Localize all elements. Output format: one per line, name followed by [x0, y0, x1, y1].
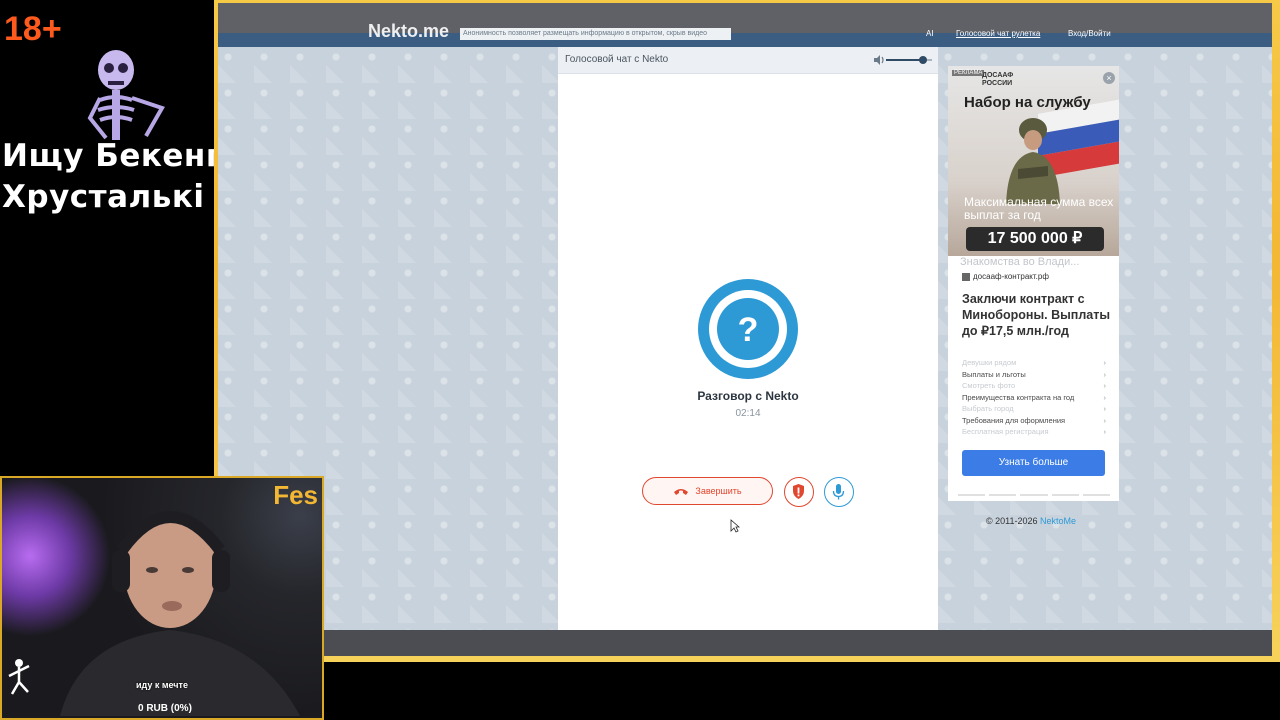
ad-headline: Набор на службу: [964, 94, 1091, 111]
ad-banner-image[interactable]: РЕКЛАМА ДОСААФ РОССИИ × Набор на службу …: [948, 66, 1119, 256]
question-avatar-icon: ?: [698, 279, 798, 379]
chevron-right-icon: ›: [1103, 369, 1107, 379]
chevron-right-icon: ›: [1103, 415, 1107, 425]
ad-domain-text: досааф-контракт.рф: [973, 272, 1049, 281]
browser-bottom-bar: [218, 630, 1272, 656]
carousel-dot[interactable]: [1051, 494, 1079, 496]
ad-link-text: Смотреть фото: [962, 381, 1016, 390]
copyright: © 2011-2026 NektoMe: [986, 516, 1076, 526]
age-badge: 18+: [4, 10, 62, 48]
ad-label: РЕКЛАМА: [952, 70, 985, 76]
volume-slider[interactable]: [886, 56, 932, 64]
carousel-dot[interactable]: [1082, 494, 1111, 496]
report-button[interactable]: [784, 477, 814, 507]
donation-goal-text: иду к мечте: [136, 680, 188, 690]
ad-link-item[interactable]: Выбрать город ›: [962, 403, 1106, 415]
webcam-overlay: Fes иду к мечте 0 RUB (0%): [0, 476, 324, 720]
stream-title-line-2: Хрусталькі: [2, 179, 205, 215]
chat-header: Голосовой чат с Nekto: [558, 47, 938, 74]
nav-voice-chat-link[interactable]: Голосовой чат рулетка: [956, 29, 1040, 38]
ad-ghost-text: Знакомства во Влади...: [960, 256, 1080, 268]
ad-subline: Максимальная сумма всех выплат за год: [964, 195, 1114, 222]
chevron-right-icon: ›: [1103, 358, 1107, 367]
nav-login-link[interactable]: Вход/Войти: [1068, 29, 1111, 38]
chevron-right-icon: ›: [1103, 404, 1107, 413]
donation-amount: 0 RUB (0%): [138, 703, 192, 714]
partner-name: Разговор с Nekto: [697, 389, 799, 403]
dancer-icon: [8, 659, 30, 695]
copyright-text: © 2011-2026: [986, 516, 1038, 526]
end-call-label: Завершить: [695, 486, 742, 496]
cursor-icon: [730, 519, 740, 533]
volume-icon[interactable]: [872, 53, 886, 67]
carousel-dot[interactable]: [989, 494, 1017, 496]
chevron-right-icon: ›: [1103, 427, 1107, 436]
ad-link-text: Выбрать город: [962, 404, 1014, 413]
microphone-button[interactable]: [824, 477, 854, 507]
ad-link-item[interactable]: Бесплатная регистрация ›: [962, 426, 1106, 438]
site-header: Nekto.me Анонимность позволяет размещать…: [218, 21, 1272, 47]
carousel-dot[interactable]: [958, 494, 986, 496]
ad-cta-button[interactable]: Узнать больше: [962, 450, 1105, 476]
svg-text:?: ?: [738, 311, 759, 349]
nav-ai-link[interactable]: AI: [926, 29, 934, 38]
ad-carousel-indicators: [958, 494, 1111, 496]
volume-slider-fill: [886, 59, 923, 61]
ad-link-text: Бесплатная регистрация: [962, 427, 1049, 436]
browser-screen: Nekto.me Анонимность позволяет размещать…: [218, 3, 1272, 656]
chevron-right-icon: ›: [1103, 381, 1107, 390]
site-logo[interactable]: Nekto.me: [368, 21, 449, 42]
call-timer: 02:14: [735, 408, 761, 419]
ad-links-list: Девушки рядом › Выплаты и льготы › Смотреть …: [962, 357, 1106, 438]
stream-title-line-1: Ищу Бекенг: [2, 138, 223, 174]
microphone-icon: [832, 484, 845, 500]
ad-brand: ДОСААФ РОССИИ: [982, 72, 1014, 87]
ad-link-text: Девушки рядом: [962, 358, 1017, 367]
ad-link-item[interactable]: Требования для оформления ›: [962, 415, 1106, 427]
ad-link-item[interactable]: Смотреть фото ›: [962, 380, 1106, 392]
report-shield-icon: [793, 484, 804, 499]
skeleton-emote-icon: [87, 50, 165, 140]
voice-chat-panel: Голосовой чат с Nekto ? Разговор с Nekto…: [558, 47, 938, 630]
ad-domain[interactable]: досааф-контракт.рф: [962, 272, 1049, 281]
ad-link-item[interactable]: Выплаты и льготы ›: [962, 369, 1106, 381]
hangup-phone-icon: [674, 489, 689, 495]
ad-domain-favicon: [962, 272, 970, 281]
carousel-dot[interactable]: [1020, 494, 1048, 496]
copyright-link[interactable]: NektoMe: [1040, 516, 1076, 526]
ad-link-item[interactable]: Девушки рядом ›: [962, 357, 1106, 369]
stream-title: Ищу Бекенг Хрусталькі: [2, 136, 223, 218]
ad-link-text: Требования для оформления: [962, 415, 1066, 425]
ad-title[interactable]: Заключи контракт с Минобороны. Выплаты д…: [962, 291, 1112, 339]
site-notice-banner: Анонимность позволяет размещать информац…: [460, 28, 731, 40]
volume-slider-knob[interactable]: [918, 56, 927, 64]
ad-link-item[interactable]: Преимущества контракта на год ›: [962, 392, 1106, 404]
close-icon[interactable]: ×: [1103, 72, 1115, 84]
ad-amount: 17 500 000 ₽: [966, 227, 1104, 251]
advertisement-panel[interactable]: РЕКЛАМА ДОСААФ РОССИИ × Набор на службу …: [948, 66, 1119, 501]
chat-title: Голосовой чат с Nekto: [565, 54, 669, 65]
end-call-button[interactable]: Завершить: [642, 477, 773, 505]
streamer-name: Fes: [273, 480, 318, 510]
ad-link-text: Преимущества контракта на год: [962, 392, 1075, 402]
stream-overlay-panel: 18+ Ищу Бекенг Хрусталькі: [0, 0, 222, 476]
soldier-figure: [1006, 118, 1060, 204]
chevron-right-icon: ›: [1103, 392, 1107, 402]
ad-link-text: Выплаты и льготы: [962, 369, 1026, 379]
